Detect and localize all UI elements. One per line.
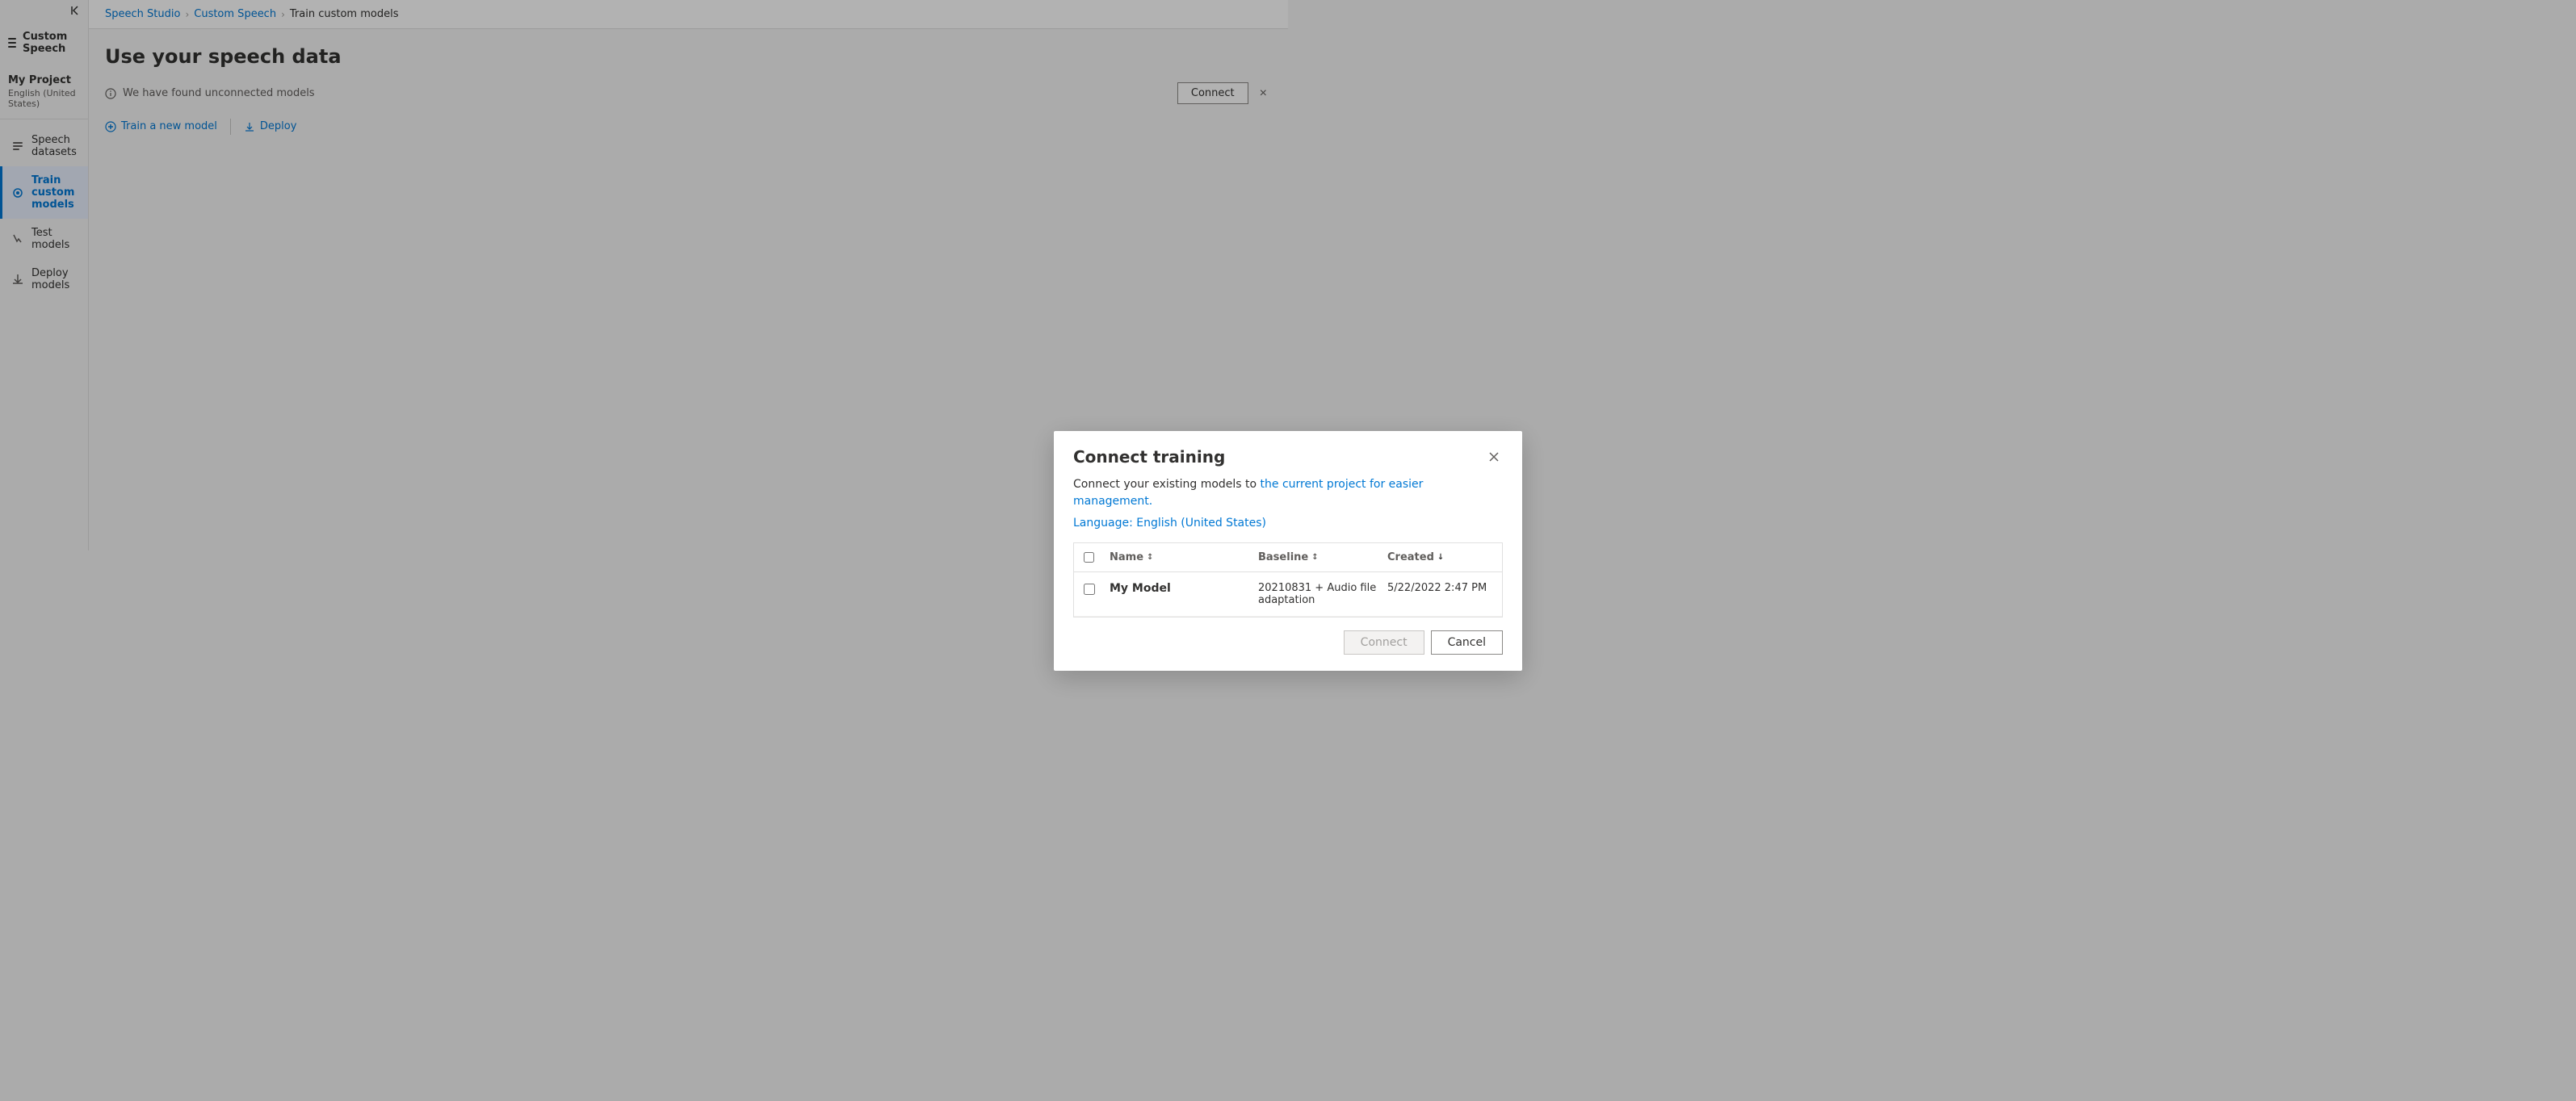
dialog-table: Name ↕ Baseline ↕ Created ↓ — [1073, 542, 1503, 617]
row-name: My Model — [1110, 582, 1258, 595]
dialog-cancel-button[interactable]: Cancel — [1431, 630, 1503, 655]
row-checkbox[interactable] — [1084, 584, 1095, 595]
header-baseline[interactable]: Baseline ↕ — [1258, 551, 1387, 563]
description-link[interactable]: the current project for easier managemen… — [1073, 478, 1423, 508]
select-all-checkbox[interactable] — [1084, 552, 1094, 563]
name-sort-icon: ↕ — [1147, 553, 1153, 562]
baseline-sort-icon: ↕ — [1311, 553, 1318, 562]
dialog-overlay: Connect training Connect your existing m… — [0, 0, 2576, 1101]
row-created: 5/22/2022 2:47 PM — [1387, 582, 1492, 594]
dialog-title: Connect training — [1073, 447, 1225, 467]
dialog-description: Connect your existing models to the curr… — [1073, 476, 1503, 510]
table-body: My Model 20210831 + Audio file adaptatio… — [1074, 572, 1502, 617]
connect-training-dialog: Connect training Connect your existing m… — [1054, 431, 1522, 671]
dialog-language: Language: English (United States) — [1073, 517, 1503, 530]
dialog-connect-button[interactable]: Connect — [1344, 630, 1424, 655]
table-header: Name ↕ Baseline ↕ Created ↓ — [1074, 543, 1502, 572]
dialog-close-button[interactable] — [1485, 448, 1503, 466]
dialog-footer: Connect Cancel — [1054, 617, 1522, 671]
dialog-header: Connect training — [1054, 431, 1522, 476]
row-baseline: 20210831 + Audio file adaptation — [1258, 582, 1387, 606]
row-checkbox-cell — [1084, 582, 1110, 598]
close-icon — [1488, 451, 1500, 463]
language-value: English (United States) — [1136, 517, 1266, 530]
header-checkbox-cell — [1084, 552, 1110, 563]
header-created[interactable]: Created ↓ — [1387, 551, 1492, 563]
dialog-body: Connect your existing models to the curr… — [1054, 476, 1522, 617]
table-row: My Model 20210831 + Audio file adaptatio… — [1074, 572, 1502, 617]
header-name[interactable]: Name ↕ — [1110, 551, 1258, 563]
created-sort-icon: ↓ — [1437, 553, 1444, 562]
